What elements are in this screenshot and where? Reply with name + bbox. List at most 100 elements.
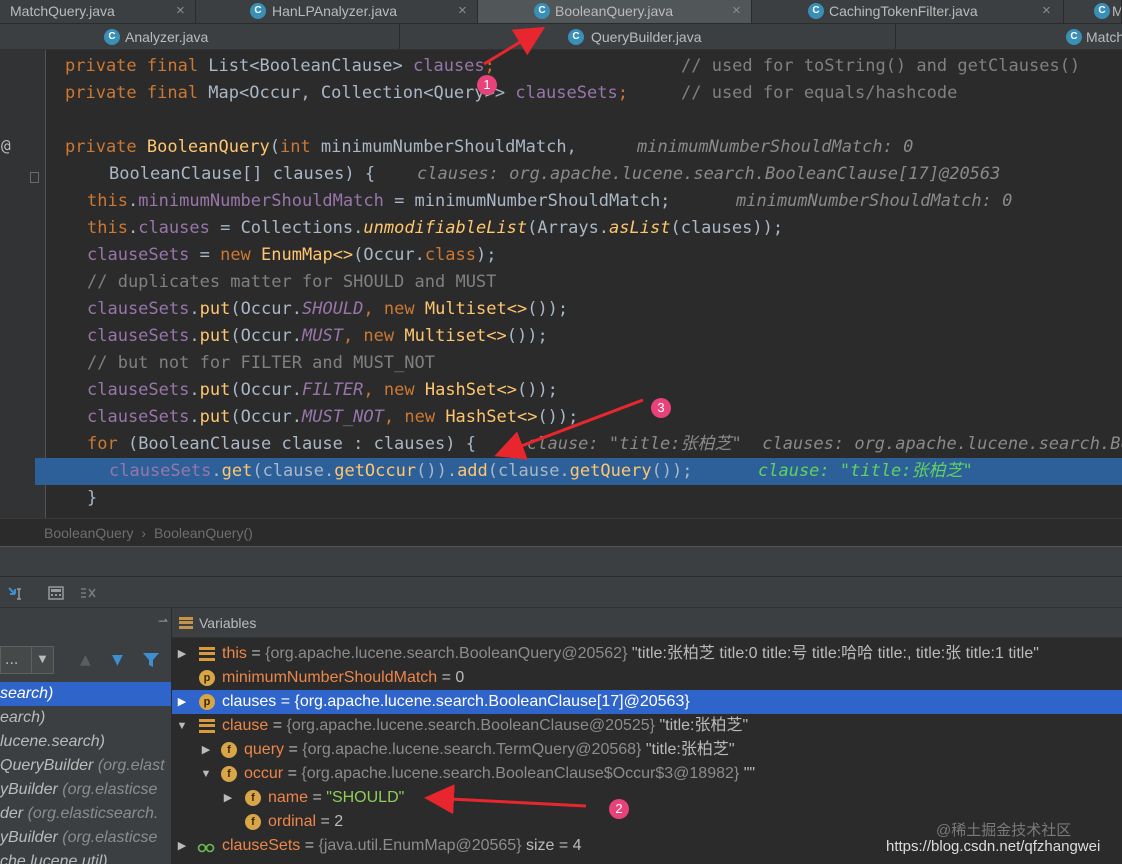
code-line: private BooleanQuery(int minimumNumberSh… (0, 134, 1122, 161)
arrow-up-icon[interactable]: ▲ (80, 652, 91, 668)
tab-label: Analyzer.java (125, 29, 209, 45)
breadcrumb-item[interactable]: BooleanQuery (44, 525, 134, 541)
pin-icon[interactable]: ⇀ (158, 614, 168, 628)
code-token: new (363, 326, 405, 346)
code-line: } (0, 485, 1122, 512)
variable-name: clauses (222, 693, 277, 710)
code-token: . (189, 380, 200, 400)
expand-icon[interactable]: ▶ (176, 834, 188, 858)
calculator-icon[interactable] (46, 583, 66, 603)
code-line: this.clauses = Collections.unmodifiableL… (0, 215, 1122, 242)
code-line: clauseSets = new EnumMap<>(Occur.class); (0, 242, 1122, 269)
variable-name: occur (244, 765, 284, 782)
java-class-icon: C (808, 3, 824, 19)
code-token: getQuery (569, 461, 652, 481)
code-line: clauseSets.put(Occur.SHOULD, new Multise… (0, 296, 1122, 323)
tab-matchquery[interactable]: MatchQuery.java × (0, 0, 196, 23)
code-line: for (BooleanClause clause : clauses) {cl… (0, 431, 1122, 458)
frame-method: QueryBuilder (0, 757, 94, 774)
variable-row[interactable]: ▼ f occur = {org.apache.lucene.search.Bo… (172, 762, 1122, 786)
step-icon[interactable] (6, 583, 26, 603)
code-line: private final List<BooleanClause> clause… (0, 53, 1122, 80)
breadcrumb-item[interactable]: BooleanQuery() (154, 525, 253, 541)
frame-method: lucene.search) (0, 733, 105, 750)
code-token: clauseSets (109, 461, 212, 481)
close-icon[interactable]: × (732, 0, 741, 22)
code-token: clauses (413, 56, 485, 76)
tab-label: M (1112, 0, 1121, 22)
expand-icon[interactable]: ▶ (176, 690, 188, 714)
code-line: clauseSets.put(Occur.MUST, new Multiset<… (0, 323, 1122, 350)
expand-icon[interactable]: ▶ (222, 786, 234, 810)
variable-name: query (244, 741, 285, 758)
code-token: List<BooleanClause> (208, 56, 413, 76)
frame-method: che.lucene.util) (0, 853, 108, 864)
expand-icon[interactable]: ▶ (200, 738, 212, 762)
collapse-icon[interactable]: ▼ (200, 762, 212, 786)
tab-label: CachingTokenFilter.java (829, 3, 978, 19)
code-token: Map<Occur, Collection<Query>> (208, 83, 516, 103)
thread-select[interactable]: ... ▼ (0, 646, 54, 674)
code-token: (Occur. (230, 326, 302, 346)
tab-hanlpanalyzer[interactable]: C HanLPAnalyzer.java × (196, 0, 478, 23)
code-token: new (383, 380, 425, 400)
field-list-icon (199, 647, 215, 661)
stack-frame[interactable]: lucene.search) (0, 730, 171, 754)
trace-icon[interactable] (78, 583, 98, 603)
close-icon[interactable]: × (1042, 0, 1051, 22)
variable-row[interactable]: ▶ f query = {org.apache.lucene.search.Te… (172, 738, 1122, 762)
code-token: getOccur (334, 461, 417, 481)
variable-row[interactable]: ▶ f name = "SHOULD" (172, 786, 1122, 810)
variable-name: name (268, 789, 309, 806)
code-token: . (211, 461, 222, 481)
java-class-icon: C (1094, 3, 1110, 19)
tab-overflow[interactable]: C M (1064, 0, 1122, 23)
code-token: (Occur. (230, 380, 302, 400)
variable-row[interactable]: p minimumNumberShouldMatch = 0 (172, 666, 1122, 690)
variable-value: size = 4 (521, 837, 582, 854)
stack-frame[interactable]: QueryBuilder (org.elast (0, 754, 171, 778)
stack-frame[interactable]: search) (0, 682, 171, 706)
code-token: , (363, 299, 384, 319)
code-token: unmodifiableList (363, 218, 528, 238)
code-token: ()); (527, 299, 569, 319)
tab-querybuilder[interactable]: C QueryBuilder.java (400, 24, 896, 49)
variable-eq: = (283, 765, 302, 782)
variable-eq: = (308, 789, 327, 806)
variable-row-selected[interactable]: ▶ p clauses = {org.apache.lucene.search.… (172, 690, 1122, 714)
variable-row[interactable]: ▼ clause = {org.apache.lucene.search.Boo… (172, 714, 1122, 738)
variable-name: ordinal (268, 813, 317, 830)
watermark-juejin: @稀土掘金技术社区 (936, 822, 1072, 839)
code-token: get (221, 461, 253, 481)
code-token: = (189, 245, 221, 265)
tab-booleanquery[interactable]: C BooleanQuery.java × (478, 0, 752, 23)
stack-frame[interactable]: yBuilder (org.elasticse (0, 778, 171, 802)
filter-icon[interactable] (142, 652, 160, 672)
collapse-icon[interactable]: ▼ (176, 714, 188, 738)
tab-match[interactable]: C Match (896, 24, 1122, 49)
tab-analyzer[interactable]: C Analyzer.java (0, 24, 400, 49)
stack-frame[interactable]: der (org.elasticsearch. (0, 802, 171, 826)
variable-eq: = (246, 645, 266, 662)
frame-package: (org.elasticsearch. (23, 805, 159, 822)
code-token: , (342, 326, 364, 346)
field-list-icon (199, 719, 215, 733)
code-token: SHOULD (301, 299, 364, 319)
inline-debug-hint: clause: "title:张柏芝" clauses: org.apache.… (527, 434, 1122, 454)
variable-ref: {org.apache.lucene.search.BooleanQuery@2… (265, 645, 628, 662)
close-icon[interactable]: × (176, 0, 185, 22)
tab-cachingtokenfilter[interactable]: C CachingTokenFilter.java × (752, 0, 1064, 23)
close-icon[interactable]: × (458, 0, 467, 22)
code-token: . (189, 299, 200, 319)
code-editor[interactable]: @ private final List<BooleanClause> clau… (0, 50, 1122, 518)
stack-frame[interactable]: yBuilder (org.elasticse (0, 826, 171, 850)
variable-name: clause (222, 717, 269, 734)
stack-frame[interactable]: che.lucene.util) (0, 850, 171, 864)
java-class-icon: C (104, 29, 120, 45)
code-token: clauses (138, 218, 210, 238)
expand-icon[interactable]: ▶ (176, 642, 188, 666)
stack-frame[interactable]: earch) (0, 706, 171, 730)
arrow-down-icon[interactable]: ▼ (112, 652, 123, 668)
code-token: BooleanClause[] clauses) { (109, 164, 376, 184)
variable-row[interactable]: ▶ this = {org.apache.lucene.search.Boole… (172, 642, 1122, 666)
